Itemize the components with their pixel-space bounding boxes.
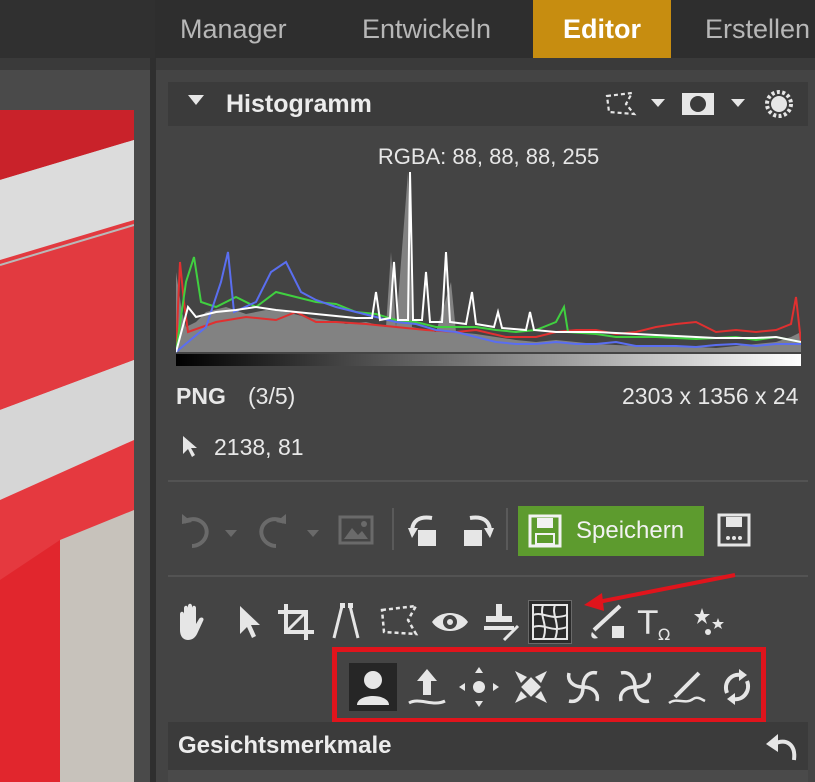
pointer-icon[interactable]: [226, 600, 270, 644]
editor-side-panel: Histogramm RGBA: 88, 88, 88, 255 PNG (3/…: [156, 70, 815, 782]
stamp-icon[interactable]: [478, 600, 522, 644]
image-icon[interactable]: [338, 514, 374, 551]
toolbar-divider: [506, 508, 508, 550]
liquify-subtool-group: [332, 647, 766, 723]
tab-editor[interactable]: Editor: [533, 0, 671, 58]
expand-icon[interactable]: [455, 663, 503, 711]
dropdown-icon[interactable]: [650, 96, 666, 114]
cursor-pointer-icon: [180, 434, 200, 463]
file-format: PNG: [176, 383, 226, 409]
straighten-icon[interactable]: [324, 600, 368, 644]
save-icon: [528, 514, 562, 555]
face-features-section-header[interactable]: Gesichtsmerkmale: [168, 722, 808, 770]
hand-icon[interactable]: [170, 600, 214, 644]
text-icon[interactable]: TΩ: [636, 600, 680, 644]
red-eye-icon[interactable]: [428, 600, 472, 644]
section-divider: [168, 575, 808, 577]
brush-icon[interactable]: [586, 600, 630, 644]
toolbar-divider: [392, 508, 394, 550]
tab-erstellen[interactable]: Erstellen: [705, 0, 810, 58]
redo-dropdown-icon[interactable]: [306, 526, 320, 544]
push-icon[interactable]: [403, 663, 451, 711]
tab-entwickeln[interactable]: Entwickeln: [362, 0, 491, 58]
save-as-icon[interactable]: [716, 512, 754, 555]
image-dimensions: 2303 x 1356 x 24: [622, 383, 799, 409]
liquify-icon[interactable]: [528, 600, 572, 644]
smudge-icon[interactable]: [663, 663, 711, 711]
tab-bar-divider: [0, 58, 815, 70]
module-tab-bar: Manager Entwickeln Editor Erstellen: [0, 0, 815, 58]
file-index: (3/5): [248, 383, 296, 409]
undo-dropdown-icon[interactable]: [224, 526, 238, 544]
redo-icon[interactable]: [254, 510, 294, 555]
selection-icon[interactable]: [604, 90, 638, 123]
rotate-right-icon[interactable]: [456, 510, 496, 555]
histogram[interactable]: RGBA: 88, 88, 88, 255: [176, 132, 801, 372]
histogram-title: Histogramm: [226, 90, 372, 118]
crop-icon[interactable]: [274, 600, 318, 644]
save-button-label: Speichern: [576, 517, 685, 544]
image-canvas[interactable]: [0, 70, 150, 782]
svg-text:T: T: [637, 604, 658, 642]
selection-icon[interactable]: [378, 600, 422, 644]
twirl-left-icon[interactable]: [611, 663, 659, 711]
section-title: Gesichtsmerkmale: [178, 732, 392, 759]
effects-icon[interactable]: [688, 600, 732, 644]
rgba-readout: RGBA: 88, 88, 88, 255: [377, 144, 600, 169]
undo-icon[interactable]: [174, 510, 214, 555]
svg-text:Ω: Ω: [658, 625, 670, 644]
reset-section-icon[interactable]: [764, 728, 800, 769]
collapse-arrow-icon[interactable]: [188, 95, 204, 105]
rotate-left-icon[interactable]: [406, 510, 446, 555]
shrink-icon[interactable]: [507, 663, 555, 711]
face-features-icon[interactable]: [349, 663, 397, 711]
section-divider: [168, 480, 808, 482]
dropdown-icon[interactable]: [730, 96, 746, 114]
settings-icon[interactable]: [762, 87, 796, 126]
mask-icon[interactable]: [680, 90, 716, 123]
panel-bottom-strip: [168, 770, 808, 782]
edited-photo: [0, 110, 134, 782]
app-window: Manager Entwickeln Editor Erstellen Hist…: [0, 0, 815, 782]
tab-bar-left-area: [0, 0, 155, 58]
twirl-right-icon[interactable]: [559, 663, 607, 711]
cursor-position: 2138, 81: [214, 434, 304, 460]
histogram-header[interactable]: Histogramm: [168, 82, 808, 126]
reset-icon[interactable]: [713, 663, 761, 711]
save-button[interactable]: Speichern: [518, 506, 704, 556]
tab-manager[interactable]: Manager: [180, 0, 287, 58]
